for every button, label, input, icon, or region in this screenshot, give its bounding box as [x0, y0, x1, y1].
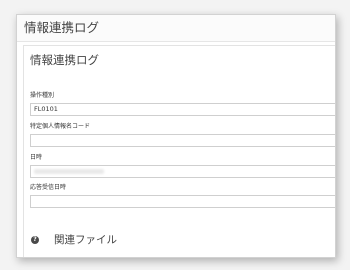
question-icon[interactable]: ?	[31, 235, 39, 244]
related-files-section[interactable]: ? 関連ファイル	[31, 232, 117, 247]
log-panel: 情報連携ログ 操作種別 FL0101 特定個人情報名コード 日時 応答受信日時 …	[23, 45, 335, 257]
related-files-label: 関連ファイル	[54, 234, 117, 246]
datetime-field[interactable]	[30, 165, 335, 178]
specific-info-code-field[interactable]	[30, 134, 335, 147]
specific-info-code-label: 特定個人情報名コード	[30, 123, 91, 130]
operation-type-label: 操作種別	[30, 92, 55, 99]
datetime-label: 日時	[30, 154, 43, 161]
window-title: 情報連携ログ	[17, 15, 335, 42]
response-received-field[interactable]	[30, 195, 335, 208]
response-received-label: 応答受信日時	[30, 184, 67, 191]
operation-type-field[interactable]: FL0101	[30, 103, 335, 116]
panel-title: 情報連携ログ	[30, 53, 99, 67]
log-window: 情報連携ログ 情報連携ログ 操作種別 FL0101 特定個人情報名コード 日時 …	[16, 14, 336, 258]
redacted-value	[34, 169, 104, 174]
